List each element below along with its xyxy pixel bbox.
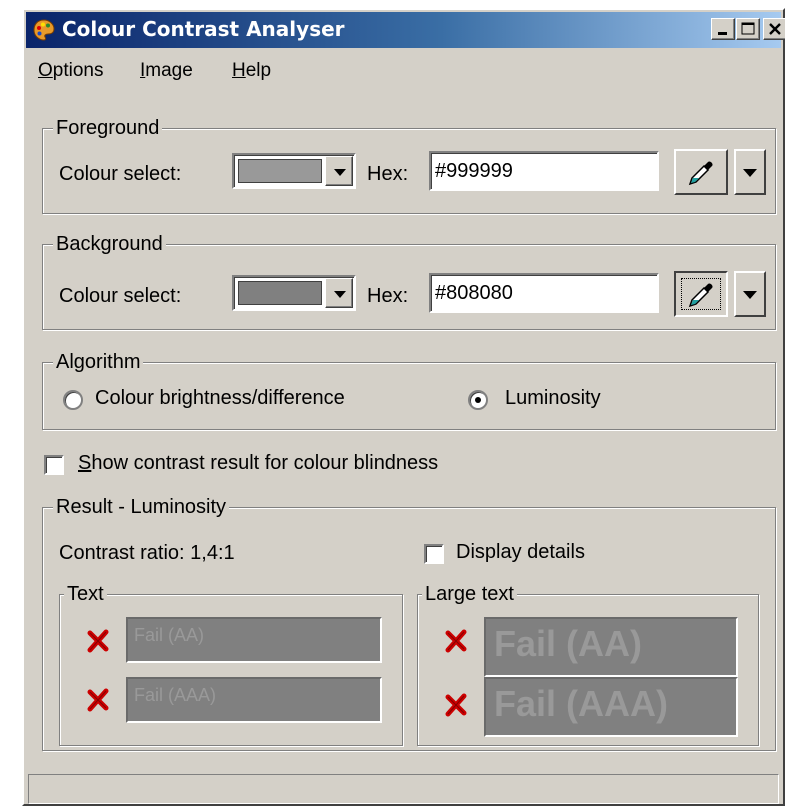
title-bar[interactable]: Colour Contrast Analyser [26,12,785,48]
text-aa-result: Fail (AA) [126,617,382,663]
menu-image[interactable]: Image [140,60,193,82]
menu-image-label: mage [145,60,193,81]
display-details-label[interactable]: Display details [456,541,585,564]
chevron-down-icon [334,169,346,176]
background-hex-input[interactable] [429,273,659,313]
large-text-aa-result: Fail (AA) [484,617,738,677]
fail-x-icon [445,629,467,653]
foreground-hex-input[interactable] [429,151,659,191]
menu-help-mnemonic: H [232,60,246,81]
menu-help-label: elp [245,60,272,81]
background-group: Background Colour select: Hex: [42,232,776,330]
radio-colour-brightness[interactable] [63,390,83,410]
text-aaa-result: Fail (AAA) [126,677,382,723]
radio-selected-dot [475,397,481,403]
result-group-label: Result - Luminosity [53,495,230,519]
background-picker-dropdown-button[interactable] [734,271,766,317]
colour-blindness-label[interactable]: Show contrast result for colour blindnes… [78,452,438,475]
foreground-colour-dropdown-button[interactable] [325,156,353,186]
foreground-hex-label: Hex: [367,163,409,185]
background-swatch [238,281,322,305]
foreground-group: Foreground Colour select: Hex: [42,116,776,214]
fail-x-icon [445,693,467,717]
background-colour-dropdown-button[interactable] [325,278,353,308]
radio-luminosity-label[interactable]: Luminosity [505,387,601,410]
large-text-result-group: Large text Fail (AA) Fail (AAA) [417,582,759,746]
result-group: Result - Luminosity Contrast ratio: 1,4:… [42,495,776,751]
foreground-swatch [238,159,322,183]
maximize-icon [741,22,755,35]
menu-options[interactable]: Options [38,60,103,82]
colour-blindness-mnemonic: S [78,452,92,474]
text-result-group: Text Fail (AA) Fail (AAA) [59,582,403,746]
display-details-checkbox[interactable] [424,544,444,564]
text-result-group-label: Text [64,582,107,606]
contrast-ratio-text: Contrast ratio: 1,4:1 [59,542,235,564]
radio-colour-brightness-label[interactable]: Colour brightness/difference [95,387,345,410]
background-hex-label: Hex: [367,285,409,307]
status-bar [28,774,779,804]
background-colour-select-label: Colour select: [59,285,182,307]
minimize-button[interactable] [711,18,735,40]
chevron-down-icon [743,291,757,299]
eyedropper-icon [688,161,713,186]
colour-blindness-label-text: how contrast result for colour blindness [91,452,439,474]
window-title: Colour Contrast Analyser [62,17,345,41]
foreground-colour-select[interactable] [232,153,356,189]
palette-icon [33,19,55,41]
large-text-aaa-result: Fail (AAA) [484,677,738,737]
foreground-picker-dropdown-button[interactable] [734,149,766,195]
radio-luminosity[interactable] [468,390,488,410]
eyedropper-icon [688,283,713,308]
fail-x-icon [87,629,109,653]
menu-options-label: ptions [52,60,104,81]
chevron-down-icon [743,169,757,177]
foreground-picker-button[interactable] [674,149,728,195]
algorithm-group-label: Algorithm [53,350,144,374]
menu-options-mnemonic: O [38,60,53,81]
menu-help[interactable]: Help [232,60,271,82]
algorithm-group: Algorithm Colour brightness/difference L… [42,350,776,430]
large-text-result-group-label: Large text [422,582,517,606]
minimize-icon [718,32,727,35]
fail-x-icon [87,688,109,712]
close-button[interactable] [763,18,785,40]
background-picker-button[interactable] [674,271,728,317]
maximize-button[interactable] [736,18,760,40]
colour-blindness-checkbox[interactable] [44,455,64,475]
close-icon [769,23,781,35]
app-window: Colour Contrast Analyser Options Image H… [22,8,785,806]
background-colour-select[interactable] [232,275,356,311]
foreground-colour-select-label: Colour select: [59,163,182,185]
background-group-label: Background [53,232,166,256]
foreground-group-label: Foreground [53,116,163,140]
chevron-down-icon [334,291,346,298]
